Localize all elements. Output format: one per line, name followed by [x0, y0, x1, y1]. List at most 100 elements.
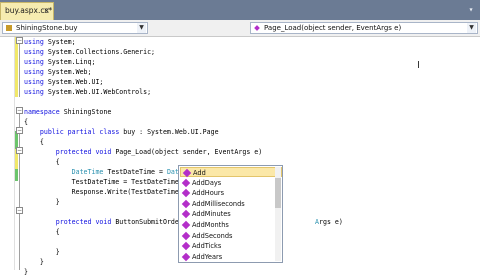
chevron-down-icon[interactable]: ▼ — [467, 23, 476, 33]
code-line: public partial class buy : System.Web.UI… — [24, 127, 219, 137]
popup-scrollbar-thumb[interactable] — [275, 178, 281, 208]
code-text: System.Web.UI.WebControls; — [43, 88, 152, 96]
class-combo-value: ShiningStone.buy — [16, 24, 78, 32]
collapse-icon[interactable]: − — [16, 147, 23, 154]
member-combo[interactable]: Page_Load(object sender, EventArgs e) ▼ — [250, 22, 478, 34]
chevron-down-icon[interactable]: ▼ — [137, 23, 146, 33]
keyword-token: using — [24, 88, 44, 96]
intellisense-item[interactable]: AddTicks — [180, 241, 282, 251]
class-combo[interactable]: ShiningStone.buy ▼ — [2, 22, 148, 34]
code-line: using System.Web.UI.WebControls; — [24, 87, 151, 97]
intellisense-item[interactable]: AddHours — [180, 188, 282, 198]
method-icon — [254, 25, 260, 31]
type-token: A — [315, 218, 319, 226]
code-line: { — [24, 157, 60, 167]
code-text: System.Web; — [43, 68, 92, 76]
type-token: DateTime — [71, 168, 104, 176]
code-text: buy : System.Web.UI.Page — [119, 128, 219, 136]
code-text: System.Collections.Generic; — [43, 48, 156, 56]
intellisense-item[interactable]: AddSeconds — [180, 231, 282, 241]
intellisense-item[interactable]: AddMinutes — [180, 209, 282, 219]
method-icon — [181, 220, 191, 230]
member-combo-value: Page_Load(object sender, EventArgs e) — [264, 24, 402, 32]
chevron-down-icon[interactable]: ▾ — [466, 4, 476, 16]
intellisense-item[interactable]: AddMilliseconds — [180, 199, 282, 209]
method-icon — [181, 241, 191, 251]
intellisense-item-label: AddMonths — [192, 221, 229, 229]
intellisense-item-label: AddYears — [192, 252, 223, 261]
ibeam-cursor-icon: I — [417, 60, 420, 71]
code-line: protected void Page_Load(object sender, … — [24, 147, 262, 157]
code-text: TestDateTime = — [103, 168, 167, 176]
intellisense-item[interactable]: Add — [180, 167, 282, 178]
code-line: } — [24, 247, 60, 257]
code-text: { — [55, 158, 60, 166]
editor-margin — [0, 37, 15, 270]
intellisense-item[interactable]: AddMonths — [180, 220, 282, 230]
keyword-token: protected void — [55, 218, 112, 226]
code-line: namespace ShiningStone — [24, 107, 111, 117]
code-text: System; — [43, 38, 76, 46]
code-text: ButtonSubmitOrder — [111, 218, 183, 226]
class-icon — [6, 25, 12, 31]
code-line: using System.Collections.Generic; — [24, 47, 155, 57]
code-text: { — [39, 138, 44, 146]
code-line: TestDateTime = TestDateTime.add — [24, 177, 195, 187]
outline-line — [19, 44, 20, 97]
code-text: } — [55, 198, 60, 206]
code-text: } — [55, 248, 60, 256]
keyword-token: namespace — [24, 108, 60, 116]
keyword-token: using — [24, 48, 44, 56]
method-icon — [181, 178, 191, 187]
code-text: Response.Write(TestDateTime) — [71, 188, 183, 196]
intellisense-item[interactable]: AddYears — [180, 252, 282, 262]
method-icon — [181, 199, 191, 209]
code-text: System.Web.UI; — [43, 78, 104, 86]
code-line: } — [24, 257, 44, 267]
method-icon — [182, 168, 192, 178]
code-line: protected void ButtonSubmitOrder rgs e) A — [24, 217, 343, 227]
code-line: } — [24, 197, 60, 207]
collapse-icon[interactable]: − — [16, 127, 23, 134]
collapse-icon[interactable]: − — [16, 207, 23, 214]
keyword-token: protected void — [55, 148, 112, 156]
intellisense-item[interactable]: AddDays — [180, 178, 282, 188]
keyword-token: public partial class — [39, 128, 120, 136]
keyword-token: using — [24, 68, 44, 76]
outline-line — [19, 114, 20, 270]
intellisense-item-label: AddTicks — [192, 242, 222, 251]
collapse-icon[interactable]: − — [16, 37, 23, 44]
tab-buy-aspx-cs[interactable]: buy.aspx.cs* × — [0, 2, 54, 20]
navigation-bar: ShiningStone.buy ▼ Page_Load(object send… — [0, 20, 480, 37]
code-text: ShiningStone — [59, 108, 112, 116]
code-line: { — [24, 137, 44, 147]
code-text: Page_Load(object sender, EventArgs e) — [111, 148, 263, 156]
method-icon — [181, 252, 191, 262]
code-line: } — [24, 267, 28, 277]
close-icon[interactable]: × — [43, 3, 50, 19]
change-marker — [15, 37, 18, 97]
intellisense-popup: Add AddDays AddHours AddMilliseconds AddMinu… — [178, 165, 283, 263]
method-icon — [181, 210, 191, 219]
code-line: using System.Web; — [24, 67, 92, 77]
collapse-icon[interactable]: − — [16, 107, 23, 114]
code-line: using System.Linq; — [24, 57, 95, 67]
code-text: { — [55, 228, 60, 236]
code-line: { — [24, 117, 28, 127]
keyword-token: using — [24, 78, 44, 86]
intellisense-item-label: AddHours — [192, 189, 225, 198]
intellisense-item-label: AddMinutes — [192, 210, 231, 219]
intellisense-item-label: AddMilliseconds — [192, 199, 245, 208]
intellisense-item-label: AddSeconds — [192, 231, 233, 240]
